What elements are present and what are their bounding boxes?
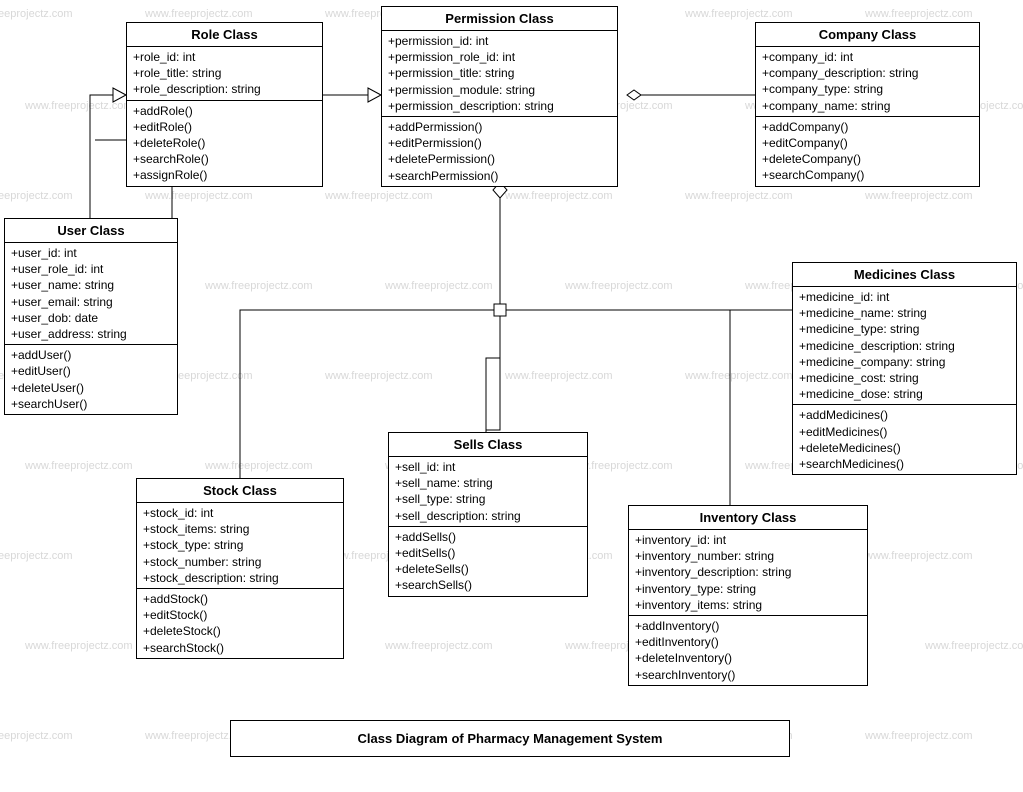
class-user-attrs: +user_id: int+user_role_id: int+user_nam… [5, 243, 177, 344]
class-permission-ops: +addPermission()+editPermission()+delete… [382, 116, 617, 186]
class-company-title: Company Class [756, 23, 979, 47]
class-medicines: Medicines Class +medicine_id: int+medici… [792, 262, 1017, 475]
class-sells-ops: +addSells()+editSells()+deleteSells()+se… [389, 526, 587, 596]
watermark-text: www.freeprojectz.com [685, 370, 793, 382]
class-stock-title: Stock Class [137, 479, 343, 503]
class-company: Company Class +company_id: int+company_d… [755, 22, 980, 187]
class-inventory-ops: +addInventory()+editInventory()+deleteIn… [629, 615, 867, 685]
watermark-text: www.freeprojectz.com [205, 280, 313, 292]
watermark-text: www.freeprojectz.com [505, 370, 613, 382]
class-permission-attrs: +permission_id: int+permission_role_id: … [382, 31, 617, 116]
watermark-text: www.freeprojectz.com [0, 730, 73, 742]
watermark-text: www.freeprojectz.com [325, 370, 433, 382]
watermark-text: www.freeprojectz.com [565, 280, 673, 292]
class-permission-title: Permission Class [382, 7, 617, 31]
class-user-title: User Class [5, 219, 177, 243]
class-stock-ops: +addStock()+editStock()+deleteStock()+se… [137, 588, 343, 658]
watermark-text: www.freeprojectz.com [685, 8, 793, 20]
class-company-ops: +addCompany()+editCompany()+deleteCompan… [756, 116, 979, 186]
diagram-caption: Class Diagram of Pharmacy Management Sys… [230, 720, 790, 757]
class-stock-attrs: +stock_id: int+stock_items: string+stock… [137, 503, 343, 588]
class-sells: Sells Class +sell_id: int+sell_name: str… [388, 432, 588, 597]
watermark-text: www.freeprojectz.com [0, 550, 73, 562]
class-inventory: Inventory Class +inventory_id: int+inven… [628, 505, 868, 686]
watermark-text: www.freeprojectz.com [205, 460, 313, 472]
class-role-ops: +addRole()+editRole()+deleteRole()+searc… [127, 100, 322, 186]
watermark-text: www.freeprojectz.com [505, 190, 613, 202]
class-role-attrs: +role_id: int+role_title: string+role_de… [127, 47, 322, 100]
class-medicines-title: Medicines Class [793, 263, 1016, 287]
watermark-text: www.freeprojectz.com [25, 100, 133, 112]
class-user-ops: +addUser()+editUser()+deleteUser()+searc… [5, 344, 177, 414]
watermark-text: www.freeprojectz.com [925, 640, 1023, 652]
watermark-text: www.freeprojectz.com [0, 190, 73, 202]
class-user: User Class +user_id: int+user_role_id: i… [4, 218, 178, 415]
class-permission: Permission Class +permission_id: int+per… [381, 6, 618, 187]
class-stock: Stock Class +stock_id: int+stock_items: … [136, 478, 344, 659]
class-role-title: Role Class [127, 23, 322, 47]
watermark-text: www.freeprojectz.com [325, 190, 433, 202]
watermark-text: www.freeprojectz.com [865, 8, 973, 20]
class-company-attrs: +company_id: int+company_description: st… [756, 47, 979, 116]
watermark-text: www.freeprojectz.com [25, 640, 133, 652]
class-sells-title: Sells Class [389, 433, 587, 457]
watermark-text: www.freeprojectz.com [385, 640, 493, 652]
watermark-text: www.freeprojectz.com [865, 190, 973, 202]
class-inventory-attrs: +inventory_id: int+inventory_number: str… [629, 530, 867, 615]
watermark-text: www.freeprojectz.com [865, 730, 973, 742]
class-role: Role Class +role_id: int+role_title: str… [126, 22, 323, 187]
class-medicines-ops: +addMedicines()+editMedicines()+deleteMe… [793, 404, 1016, 474]
class-medicines-attrs: +medicine_id: int+medicine_name: string+… [793, 287, 1016, 404]
watermark-text: www.freeprojectz.com [145, 190, 253, 202]
watermark-text: www.freeprojectz.com [25, 460, 133, 472]
watermark-text: www.freeprojectz.com [685, 190, 793, 202]
watermark-text: www.freeprojectz.com [385, 280, 493, 292]
class-inventory-title: Inventory Class [629, 506, 867, 530]
watermark-text: www.freeprojectz.com [145, 8, 253, 20]
class-sells-attrs: +sell_id: int+sell_name: string+sell_typ… [389, 457, 587, 526]
watermark-text: www.freeprojectz.com [0, 8, 73, 20]
watermark-text: www.freeprojectz.com [865, 550, 973, 562]
